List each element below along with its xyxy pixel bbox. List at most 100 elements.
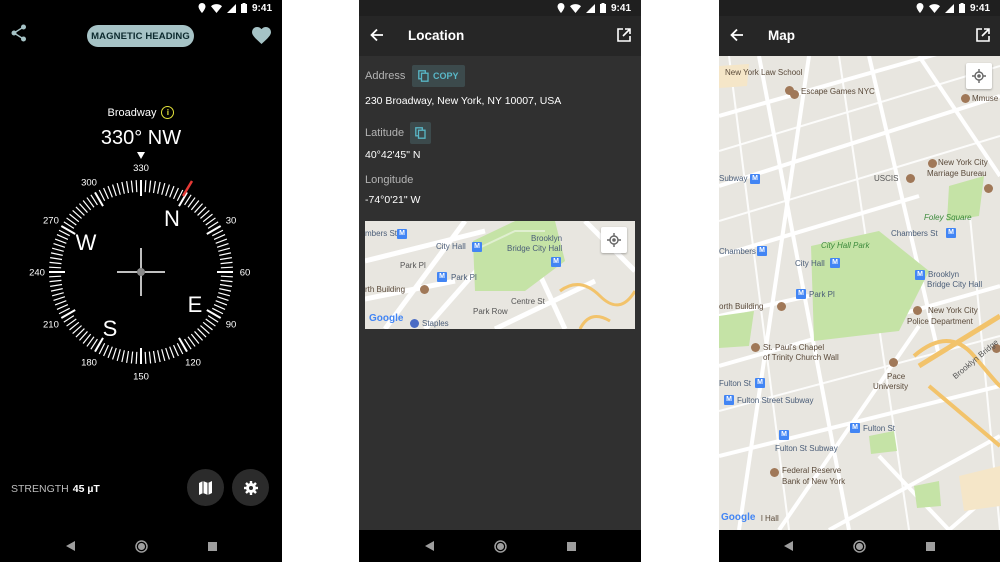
map-screen: 9:41 Map New York Law School Escape Game… bbox=[719, 0, 1000, 562]
dial-tick bbox=[126, 350, 130, 363]
back-arrow-icon[interactable] bbox=[370, 28, 384, 42]
dial-tick bbox=[218, 292, 231, 297]
copy-latitude-button[interactable] bbox=[410, 122, 431, 144]
address-value: 230 Broadway, New York, NY 10007, USA bbox=[365, 95, 562, 107]
back-nav-icon[interactable] bbox=[424, 541, 434, 551]
dial-tick bbox=[161, 349, 166, 362]
map-label-city-hall-park: City Hall Park bbox=[821, 241, 870, 250]
map-view[interactable]: New York Law School Escape Games NYC Mmu… bbox=[719, 56, 1000, 530]
dial-tick bbox=[116, 182, 121, 195]
map-label-bridge-city-hall: Bridge City Hall bbox=[507, 244, 563, 253]
status-time: 9:41 bbox=[610, 2, 631, 14]
dial-tick bbox=[50, 252, 63, 256]
subway-icon: M bbox=[946, 228, 956, 238]
dial-tick bbox=[172, 187, 179, 200]
home-nav-icon[interactable] bbox=[853, 539, 866, 553]
status-bar: 9:41 bbox=[359, 0, 641, 16]
dial-tick bbox=[172, 344, 179, 357]
my-location-button[interactable] bbox=[601, 227, 627, 253]
wifi-icon bbox=[210, 3, 222, 13]
screen-title: Map bbox=[768, 28, 795, 43]
copy-address-button[interactable]: COPY bbox=[412, 65, 465, 87]
longitude-value: -74°0'21" W bbox=[365, 194, 421, 206]
back-nav-icon[interactable] bbox=[784, 541, 793, 551]
strength-readout: STRENGTH 45 µT bbox=[11, 483, 100, 495]
map-label-city-hall: City Hall bbox=[436, 242, 466, 251]
share-icon[interactable] bbox=[11, 24, 27, 42]
subway-icon: M bbox=[551, 257, 561, 267]
dial-tick bbox=[107, 346, 113, 359]
poi-icon bbox=[984, 184, 993, 193]
back-nav-icon[interactable] bbox=[65, 541, 75, 551]
subway-icon: M bbox=[779, 430, 789, 440]
map-label-fulton-st-1: Fulton St bbox=[719, 379, 752, 388]
north-needle bbox=[181, 180, 194, 197]
home-nav-icon[interactable] bbox=[493, 539, 507, 553]
poi-icon bbox=[961, 94, 970, 103]
back-arrow-icon[interactable] bbox=[730, 28, 744, 42]
longitude-label: Longitude bbox=[365, 174, 414, 186]
map-label-brooklyn: Brooklyn bbox=[531, 234, 563, 243]
dial-number: 30 bbox=[226, 216, 237, 227]
open-external-icon[interactable] bbox=[617, 28, 631, 42]
subway-icon: M bbox=[750, 174, 760, 184]
signal-icon bbox=[226, 3, 236, 13]
poi-icon bbox=[751, 343, 760, 352]
dial-tick bbox=[219, 283, 232, 287]
heading-tick-label: 330 bbox=[133, 163, 149, 174]
google-logo: Google bbox=[721, 512, 756, 523]
map-button[interactable] bbox=[187, 469, 224, 506]
map-label-fulton-street-subway: Fulton Street Subway bbox=[737, 396, 814, 405]
map-label-pace-2: University bbox=[873, 382, 909, 391]
dial-tick bbox=[51, 292, 64, 297]
dial-tick bbox=[148, 351, 152, 364]
location-minimap[interactable]: mbers St M City Hall M Brooklyn Bridge C… bbox=[365, 221, 635, 329]
poi-icon bbox=[420, 285, 429, 294]
map-label-hall: l Hall bbox=[761, 514, 779, 523]
dial-tick bbox=[111, 347, 117, 360]
dial-tick bbox=[107, 185, 113, 198]
dial-tick bbox=[220, 266, 233, 269]
home-nav-icon[interactable] bbox=[134, 539, 148, 553]
map-label-staples: Staples bbox=[422, 319, 449, 328]
dial-tick bbox=[130, 351, 134, 364]
dial-number: 180 bbox=[81, 358, 97, 369]
status-time: 9:41 bbox=[251, 2, 272, 14]
my-location-icon bbox=[607, 233, 621, 247]
map-label-st-pauls-1: St. Paul's Chapel bbox=[763, 343, 825, 352]
settings-button[interactable] bbox=[232, 469, 269, 506]
subway-icon: M bbox=[755, 378, 765, 388]
map-label-north-building: orth Building bbox=[719, 302, 764, 311]
map-label-fulton-st-2: Fulton St bbox=[863, 424, 896, 433]
dial-tick bbox=[165, 347, 171, 360]
dial-tick bbox=[53, 296, 66, 302]
status-bar: 9:41 bbox=[719, 0, 1000, 16]
dial-tick bbox=[53, 242, 66, 248]
dial-tick bbox=[121, 350, 125, 363]
dial-tick bbox=[219, 257, 232, 261]
dial-tick bbox=[152, 350, 156, 363]
cardinal-s: S bbox=[103, 316, 118, 341]
location-pin-icon bbox=[198, 3, 206, 13]
dial-tick bbox=[56, 234, 69, 241]
dial-tick bbox=[111, 184, 117, 197]
gear-icon bbox=[243, 480, 258, 495]
map-label-fed-2: Bank of New York bbox=[782, 477, 846, 486]
info-icon[interactable]: i bbox=[161, 106, 175, 119]
map-label-escape-games: Escape Games NYC bbox=[801, 87, 875, 96]
my-location-button[interactable] bbox=[966, 63, 992, 89]
screen-title: Location bbox=[408, 28, 465, 43]
cardinal-n: N bbox=[164, 206, 180, 231]
recents-nav-icon[interactable] bbox=[207, 541, 217, 551]
dial-number: 90 bbox=[226, 320, 237, 331]
dial-tick bbox=[49, 266, 62, 269]
heart-icon[interactable] bbox=[252, 27, 271, 44]
staples-icon bbox=[410, 319, 419, 328]
recents-nav-icon[interactable] bbox=[566, 541, 576, 551]
dial-tick bbox=[144, 180, 147, 193]
map-label-park-pl-street: Park Pl bbox=[400, 261, 426, 270]
open-external-icon[interactable] bbox=[976, 28, 990, 42]
recents-nav-icon[interactable] bbox=[926, 541, 935, 551]
magnetic-heading-pill[interactable]: MAGNETIC HEADING bbox=[87, 25, 194, 47]
dial-tick bbox=[165, 184, 171, 197]
